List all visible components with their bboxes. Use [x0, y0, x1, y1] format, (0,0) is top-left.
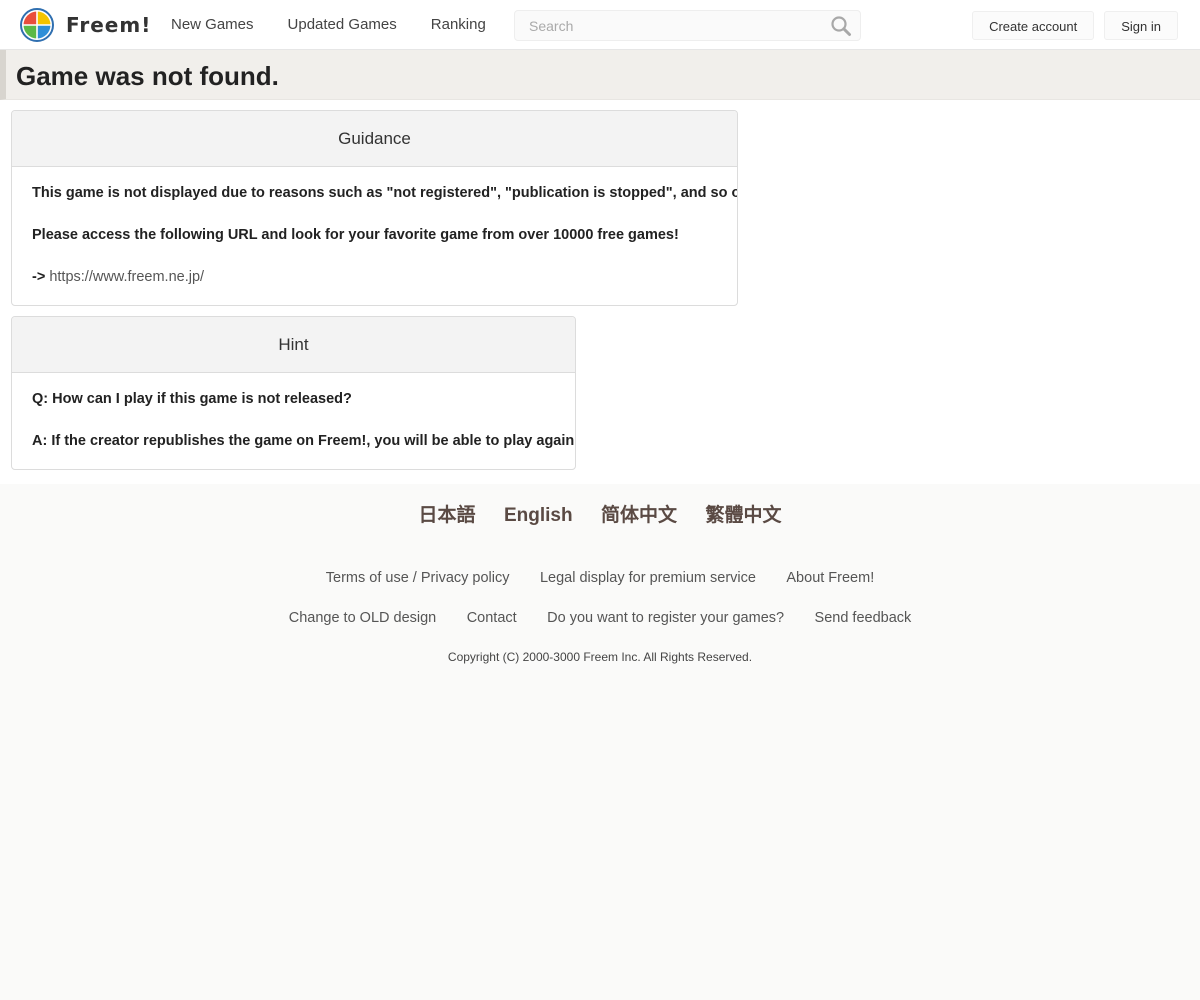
legal-display-link[interactable]: Legal display for premium service: [540, 567, 756, 589]
logo-text: Freem!: [66, 13, 152, 37]
footer-links-row-2: Change to OLD design Contact Do you want…: [0, 607, 1200, 629]
footer-links-row-1: Terms of use / Privacy policy Legal disp…: [0, 567, 1200, 589]
about-freem-link[interactable]: About Freem!: [786, 567, 874, 589]
copyright-text: Copyright (C) 2000-3000 Freem Inc. All R…: [447, 650, 753, 664]
search-icon[interactable]: [830, 15, 852, 37]
lang-japanese[interactable]: 日本語: [418, 502, 475, 530]
hint-panel: Hint Q: How can I play if this game is n…: [11, 316, 576, 470]
search-box: [514, 10, 861, 41]
send-feedback-link[interactable]: Send feedback: [815, 607, 912, 629]
nav-updated-games[interactable]: Updated Games: [271, 0, 414, 50]
nav-new-games[interactable]: New Games: [154, 0, 271, 50]
language-selector: 日本語 English 简体中文 繁體中文: [0, 502, 1200, 530]
sign-in-button[interactable]: Sign in: [1104, 11, 1178, 40]
url-arrow: ->: [32, 269, 50, 285]
terms-privacy-link[interactable]: Terms of use / Privacy policy: [326, 567, 510, 589]
guidance-url-line: -> https://www.freem.ne.jp/: [32, 267, 717, 287]
lang-traditional-chinese[interactable]: 繁體中文: [706, 502, 782, 530]
page-title-bar: Game was not found.: [0, 50, 1200, 100]
old-design-link[interactable]: Change to OLD design: [289, 607, 437, 629]
site-header: Freem! New Games Updated Games Ranking C…: [0, 0, 1200, 50]
freem-logo-icon: [20, 8, 54, 42]
freem-home-link[interactable]: https://www.freem.ne.jp/: [49, 269, 204, 285]
hint-question: Q: How can I play if this game is not re…: [32, 391, 352, 407]
hint-body: Q: How can I play if this game is not re…: [12, 373, 575, 451]
lang-simplified-chinese[interactable]: 简体中文: [601, 502, 677, 530]
guidance-access-text: Please access the following URL and look…: [32, 227, 679, 243]
guidance-title: Guidance: [12, 111, 737, 167]
create-account-button[interactable]: Create account: [972, 11, 1095, 40]
hint-title: Hint: [12, 317, 575, 373]
search-input[interactable]: [515, 11, 860, 40]
contact-link[interactable]: Contact: [467, 607, 517, 629]
guidance-body: This game is not displayed due to reason…: [12, 167, 737, 287]
main-nav: New Games Updated Games Ranking: [154, 0, 503, 50]
main-content: Guidance This game is not displayed due …: [0, 100, 1200, 484]
lang-english[interactable]: English: [504, 502, 573, 530]
guidance-panel: Guidance This game is not displayed due …: [11, 110, 738, 306]
guidance-reason-text: This game is not displayed due to reason…: [32, 185, 738, 201]
register-games-link[interactable]: Do you want to register your games?: [547, 607, 784, 629]
home-logo-link[interactable]: Freem!: [20, 8, 151, 42]
hint-answer: A: If the creator republishes the game o…: [32, 433, 576, 449]
nav-ranking[interactable]: Ranking: [414, 0, 503, 50]
page-title: Game was not found.: [16, 61, 279, 91]
account-buttons: Create account Sign in: [962, 11, 1178, 40]
